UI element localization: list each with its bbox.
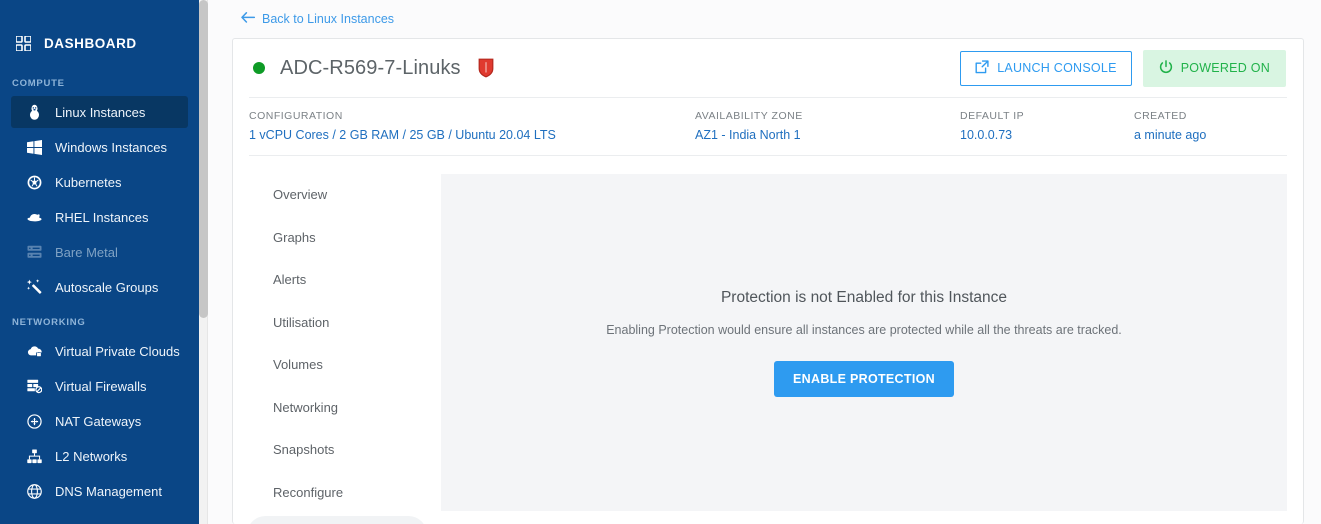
external-link-icon [975,59,989,77]
enable-protection-button[interactable]: ENABLE PROTECTION [774,360,954,397]
power-icon [1159,59,1173,77]
sidebar-brand-label: DASHBOARD [44,35,137,51]
sidebar-item-rhel-instances[interactable]: RHEL Instances [11,201,188,233]
instance-header: ADC-R569-7-Linuks LAUNCH CONSOLE POWERED… [233,39,1303,97]
protection-empty-state-panel: Protection is not Enabled for this Insta… [441,174,1287,511]
arrow-left-icon [241,12,256,26]
sidebar-item-label: Linux Instances [55,104,146,120]
info-cell-created: CREATED a minute ago [1134,110,1216,142]
tab-snapshots[interactable]: Snapshots [247,431,427,468]
info-cell-configuration: CONFIGURATION 1 vCPU Cores / 2 GB RAM / … [249,110,695,142]
launch-console-button[interactable]: LAUNCH CONSOLE [960,50,1132,86]
tab-protection[interactable]: Protection [247,516,427,524]
sidebar-item-label: Kubernetes [55,174,122,190]
sidebar-item-label: Bare Metal [55,244,118,260]
shield-icon[interactable] [478,58,494,78]
instance-info-row: CONFIGURATION 1 vCPU Cores / 2 GB RAM / … [249,97,1287,156]
server-rack-icon [24,245,45,259]
instance-name: ADC-R569-7-Linuks [280,56,461,79]
power-state-badge[interactable]: POWERED ON [1142,49,1286,87]
sidebar-item-linux-instances[interactable]: Linux Instances [11,96,188,128]
info-cell-availability-zone: AVAILABILITY ZONE AZ1 - India North 1 [695,110,960,142]
sidebar-item-label: Windows Instances [55,139,167,155]
info-value: AZ1 - India North 1 [695,128,801,142]
info-label: CREATED [1134,110,1187,122]
sidebar-item-kubernetes[interactable]: Kubernetes [11,166,188,198]
linux-penguin-icon [24,104,45,120]
info-value: a minute ago [1134,128,1207,142]
sidebar-section-networking: NETWORKING [12,317,86,328]
sidebar-item-dns-management[interactable]: DNS Management [11,475,188,507]
network-topology-icon [24,448,45,464]
sidebar-item-label: DNS Management [55,483,162,499]
info-label: AVAILABILITY ZONE [695,110,803,122]
instance-header-actions: LAUNCH CONSOLE POWERED ON [960,49,1286,87]
sidebar-item-label: Virtual Private Clouds [55,343,180,359]
sidebar-item-bare-metal[interactable]: Bare Metal [11,236,188,268]
sidebar-item-label: Virtual Firewalls [55,378,147,394]
power-state-label: POWERED ON [1180,61,1270,75]
magic-wand-icon [24,279,45,295]
app-root: DASHBOARD COMPUTE Linux Instances Window… [0,0,1321,524]
launch-console-label: LAUNCH CONSOLE [997,61,1117,75]
sidebar-item-l2-networks[interactable]: L2 Networks [11,440,188,472]
back-to-linux-instances-link[interactable]: Back to Linux Instances [241,12,394,26]
sidebar-item-label: L2 Networks [55,448,128,464]
cloud-lock-icon [24,345,45,358]
sidebar-section-compute: COMPUTE [12,78,65,89]
sidebar-item-windows-instances[interactable]: Windows Instances [11,131,188,163]
back-link-label: Back to Linux Instances [262,12,395,26]
protection-subtitle: Enabling Protection would ensure all ins… [606,322,1122,337]
sidebar-item-label: Autoscale Groups [55,279,159,295]
nat-gateway-icon [24,413,45,429]
sidebar-brand[interactable]: DASHBOARD [0,22,199,64]
instance-detail-card: ADC-R569-7-Linuks LAUNCH CONSOLE POWERED… [232,38,1304,524]
sidebar-item-nat-gateways[interactable]: NAT Gateways [11,405,188,437]
tab-overview[interactable]: Overview [247,176,427,213]
info-cell-default-ip: DEFAULT IP 10.0.0.73 [960,110,1134,142]
firewall-icon [24,379,45,394]
info-value: 1 vCPU Cores / 2 GB RAM / 25 GB / Ubuntu… [249,128,556,142]
sidebar-item-virtual-private-clouds[interactable]: Virtual Private Clouds [11,335,188,367]
tab-reconfigure[interactable]: Reconfigure [247,474,427,511]
main-content: Back to Linux Instances ADC-R569-7-Linuk… [199,0,1321,524]
tab-graphs[interactable]: Graphs [247,219,427,256]
protection-title: Protection is not Enabled for this Insta… [720,288,1008,306]
tab-volumes[interactable]: Volumes [247,346,427,383]
info-label: CONFIGURATION [249,110,343,122]
instance-tab-list: Overview Graphs Alerts Utilisation Volum… [247,174,427,524]
tab-utilisation[interactable]: Utilisation [247,304,427,341]
tab-alerts[interactable]: Alerts [247,261,427,298]
sidebar-item-label: RHEL Instances [55,209,149,225]
sidebar: DASHBOARD COMPUTE Linux Instances Window… [0,0,199,524]
grid-dashboard-icon [10,35,36,51]
globe-icon [24,483,45,499]
status-indicator-dot [253,62,265,74]
kubernetes-icon [24,175,45,190]
windows-logo-icon [24,139,45,155]
sidebar-item-label: NAT Gateways [55,413,142,429]
redhat-fedora-icon [24,211,45,224]
sidebar-item-virtual-firewalls[interactable]: Virtual Firewalls [11,370,188,402]
instance-body: Overview Graphs Alerts Utilisation Volum… [233,156,1303,524]
info-label: DEFAULT IP [960,110,1025,122]
sidebar-item-autoscale-groups[interactable]: Autoscale Groups [11,271,188,303]
tab-networking[interactable]: Networking [247,389,427,426]
sidebar-scrollbar-thumb[interactable] [199,0,208,318]
info-value: 10.0.0.73 [960,128,1013,142]
